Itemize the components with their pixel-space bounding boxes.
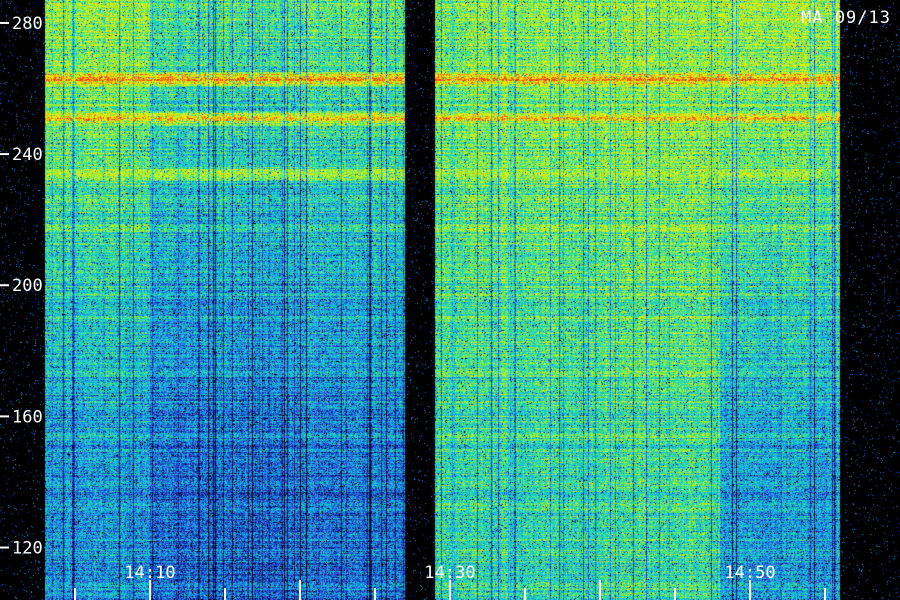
spectrogram-chart: 120 160 200 240 280 14:10 14:30 14:50 MA 09/13 (0, 0, 900, 600)
y-tick-label: 120 (12, 539, 43, 559)
spectrogram-heatmap (0, 0, 900, 600)
x-tick-label: 14:50 (724, 563, 775, 583)
y-tick-label: 240 (12, 145, 43, 165)
station-date-label: MA 09/13 (801, 8, 891, 28)
y-tick-label: 160 (12, 407, 43, 427)
x-tick-label: 14:30 (424, 563, 475, 583)
x-tick-label: 14:10 (124, 563, 175, 583)
y-tick-label: 200 (12, 276, 43, 296)
y-tick-label: 280 (12, 14, 43, 34)
